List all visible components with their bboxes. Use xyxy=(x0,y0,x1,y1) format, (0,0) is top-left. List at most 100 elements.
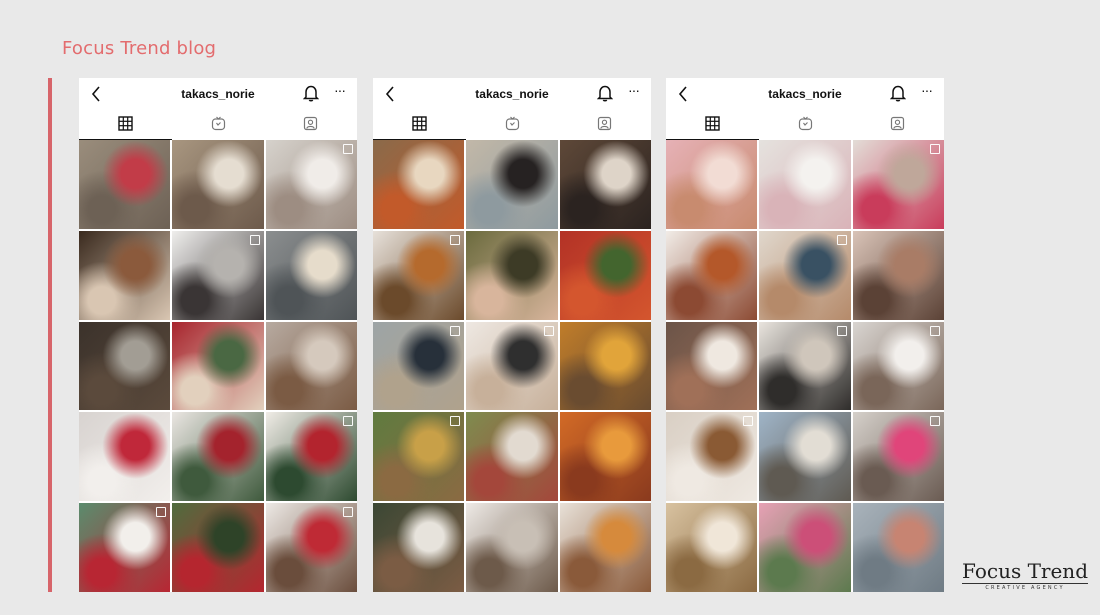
post-thumbnail[interactable] xyxy=(852,412,944,502)
post-thumbnail[interactable] xyxy=(373,503,465,592)
multi-photo-icon xyxy=(450,416,461,427)
post-thumbnail[interactable] xyxy=(373,230,465,320)
post-thumbnail[interactable] xyxy=(172,230,264,320)
post-thumbnail[interactable] xyxy=(852,140,944,229)
brand-divider xyxy=(962,583,1088,584)
post-thumbnail[interactable] xyxy=(666,412,758,502)
post-thumbnail[interactable] xyxy=(466,140,558,229)
multi-photo-icon xyxy=(249,234,260,245)
brand-name: Focus Trend xyxy=(962,559,1088,583)
post-thumbnail[interactable] xyxy=(172,321,264,411)
tab-tagged[interactable] xyxy=(851,112,944,140)
profile-header: takacs_norie ··· xyxy=(666,78,944,112)
post-thumbnail[interactable] xyxy=(559,230,651,320)
multi-photo-icon xyxy=(543,325,554,336)
post-thumbnail[interactable] xyxy=(265,321,357,411)
post-thumbnail[interactable] xyxy=(559,503,651,592)
post-thumbnail[interactable] xyxy=(759,230,851,320)
post-thumbnail[interactable] xyxy=(666,503,758,592)
post-thumbnail[interactable] xyxy=(559,321,651,411)
igtv-icon xyxy=(798,116,813,136)
tab-tagged[interactable] xyxy=(558,112,651,140)
profile-tabs xyxy=(373,112,651,140)
multi-photo-icon xyxy=(343,507,353,518)
post-thumbnail[interactable] xyxy=(759,140,851,229)
post-thumbnail[interactable] xyxy=(79,321,171,411)
tab-tagged[interactable] xyxy=(264,112,357,140)
tab-grid[interactable] xyxy=(79,112,172,140)
multi-photo-icon xyxy=(836,234,847,245)
grid-icon xyxy=(412,116,427,136)
post-thumbnail[interactable] xyxy=(666,321,758,411)
multi-photo-icon xyxy=(343,144,353,154)
post-thumbnail[interactable] xyxy=(172,503,264,592)
multi-photo-icon xyxy=(930,325,940,336)
post-thumbnail[interactable] xyxy=(466,412,558,502)
post-thumbnail[interactable] xyxy=(172,140,264,229)
multi-photo-icon xyxy=(930,416,940,427)
post-thumbnail[interactable] xyxy=(373,140,465,229)
multi-photo-icon xyxy=(156,507,167,518)
tab-igtv[interactable] xyxy=(466,112,559,140)
accent-bar xyxy=(48,78,52,592)
igtv-icon xyxy=(505,116,520,136)
multi-photo-icon xyxy=(836,325,847,336)
grid-icon xyxy=(118,116,133,136)
post-thumbnail[interactable] xyxy=(79,140,171,229)
multi-photo-icon xyxy=(450,325,461,336)
tab-grid[interactable] xyxy=(373,112,466,140)
brand-logo: Focus Trend CREATIVE AGENCY xyxy=(962,560,1088,591)
post-thumbnail[interactable] xyxy=(265,230,357,320)
instagram-profile-screen-3: takacs_norie ··· xyxy=(666,78,944,592)
post-thumbnail[interactable] xyxy=(79,412,171,502)
igtv-icon xyxy=(211,116,226,136)
instagram-profile-screen-2: takacs_norie ··· xyxy=(373,78,651,592)
post-thumbnail[interactable] xyxy=(666,140,758,229)
post-thumbnail[interactable] xyxy=(265,503,357,592)
post-thumbnail[interactable] xyxy=(666,230,758,320)
post-thumbnail[interactable] xyxy=(852,230,944,320)
multi-photo-icon xyxy=(930,144,940,154)
more-icon[interactable]: ··· xyxy=(334,82,346,98)
tab-igtv[interactable] xyxy=(172,112,265,140)
post-thumbnail[interactable] xyxy=(559,412,651,502)
more-icon[interactable]: ··· xyxy=(921,82,933,98)
tab-igtv[interactable] xyxy=(759,112,852,140)
tagged-icon xyxy=(890,116,905,136)
bell-icon[interactable] xyxy=(596,84,614,102)
profile-tabs xyxy=(79,112,357,140)
post-thumbnail[interactable] xyxy=(172,412,264,502)
more-icon[interactable]: ··· xyxy=(628,82,640,98)
brand-tagline: CREATIVE AGENCY xyxy=(985,585,1065,591)
posts-grid xyxy=(79,140,357,592)
posts-grid xyxy=(373,140,651,592)
tab-grid[interactable] xyxy=(666,112,759,140)
tagged-icon xyxy=(303,116,318,136)
post-thumbnail[interactable] xyxy=(265,140,357,229)
post-thumbnail[interactable] xyxy=(759,503,851,592)
grid-icon xyxy=(705,116,720,136)
bell-icon[interactable] xyxy=(889,84,907,102)
multi-photo-icon xyxy=(343,416,353,427)
post-thumbnail[interactable] xyxy=(759,321,851,411)
post-thumbnail[interactable] xyxy=(79,230,171,320)
post-thumbnail[interactable] xyxy=(373,412,465,502)
multi-photo-icon xyxy=(743,416,754,427)
profile-header: takacs_norie ··· xyxy=(373,78,651,112)
blog-title: Focus Trend blog xyxy=(62,38,217,59)
instagram-profile-screen-1: takacs_norie ··· xyxy=(79,78,357,592)
bell-icon[interactable] xyxy=(302,84,320,102)
post-thumbnail[interactable] xyxy=(852,321,944,411)
post-thumbnail[interactable] xyxy=(466,503,558,592)
post-thumbnail[interactable] xyxy=(852,503,944,592)
post-thumbnail[interactable] xyxy=(559,140,651,229)
posts-grid xyxy=(666,140,944,592)
profile-header: takacs_norie ··· xyxy=(79,78,357,112)
post-thumbnail[interactable] xyxy=(79,503,171,592)
post-thumbnail[interactable] xyxy=(265,412,357,502)
post-thumbnail[interactable] xyxy=(466,230,558,320)
post-thumbnail[interactable] xyxy=(759,412,851,502)
post-thumbnail[interactable] xyxy=(466,321,558,411)
post-thumbnail[interactable] xyxy=(373,321,465,411)
multi-photo-icon xyxy=(450,234,461,245)
